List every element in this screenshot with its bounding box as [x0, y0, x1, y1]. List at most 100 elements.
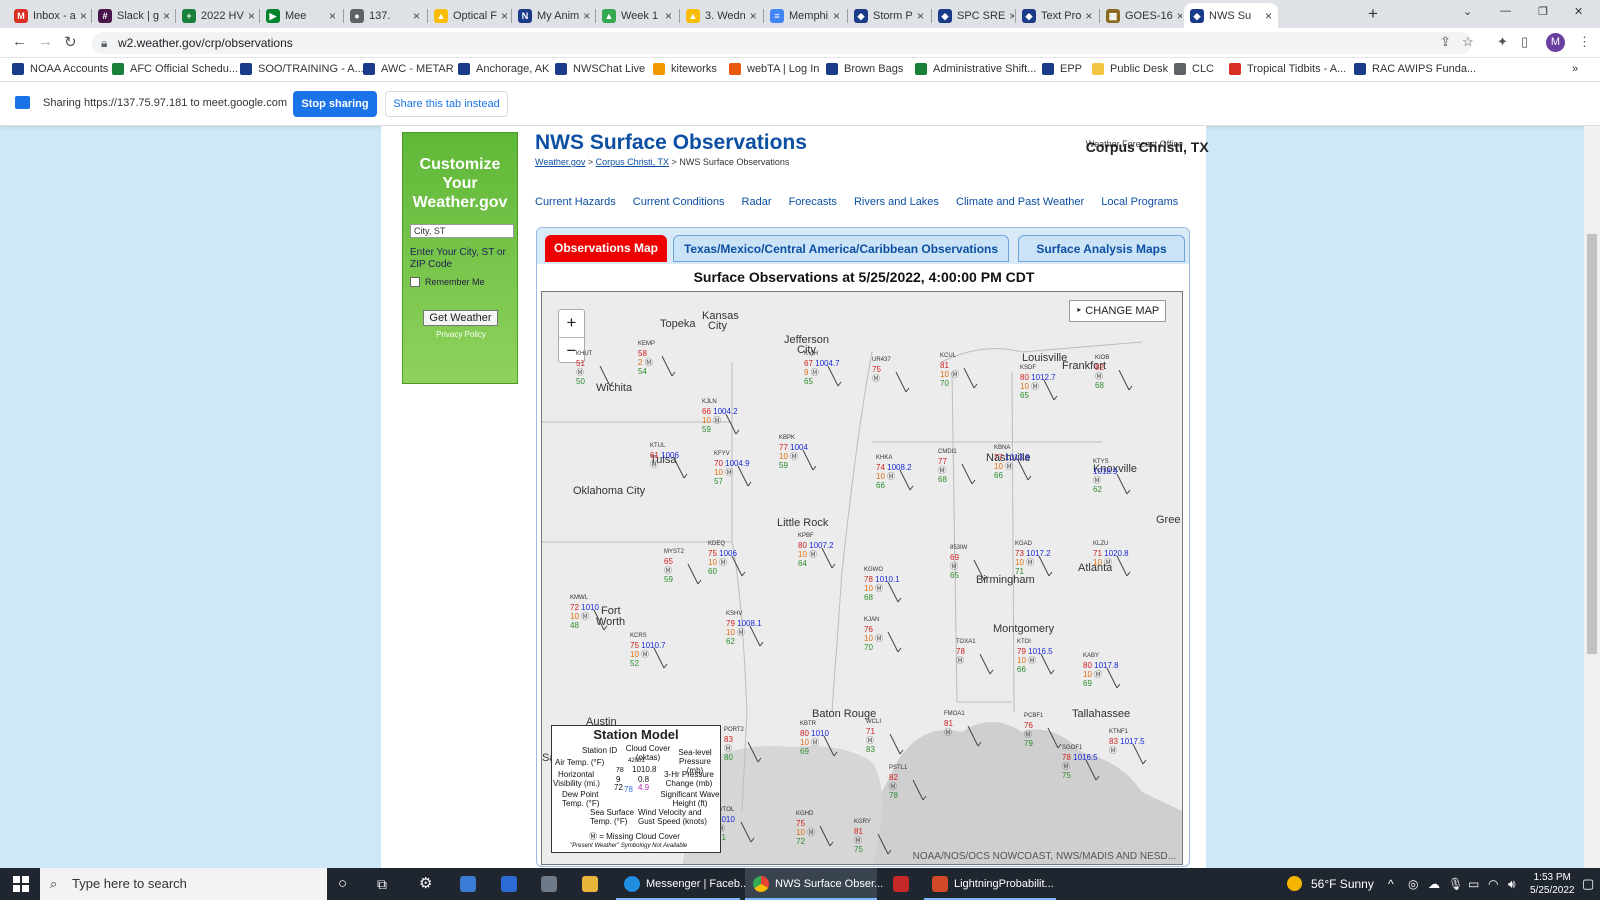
tray-mic-icon[interactable]: 🎙︎ [1448, 868, 1463, 900]
station-plot[interactable]: PSTL1 82 Ⓜ 78 [889, 762, 907, 800]
taskbar-clock[interactable]: 1:53 PM 5/25/2022 [1530, 871, 1575, 897]
windows-start-icon[interactable] [13, 876, 29, 892]
security-shield-icon[interactable] [893, 876, 909, 892]
new-tab-icon[interactable]: + [1368, 4, 1378, 24]
tab-close-icon[interactable]: × [579, 9, 590, 23]
observation-map[interactable]: + − ‣ CHANGE MAP Topeka Kansas City Jeffers… [541, 291, 1183, 865]
tab-close-icon[interactable]: × [829, 9, 840, 23]
taskbar-app-powerpoint[interactable]: LightningProbabilit... [924, 868, 1056, 900]
taskbar-search[interactable]: ⌕ Type here to search [40, 868, 327, 900]
browser-tab[interactable]: ◆ NWS Su × [1184, 3, 1278, 28]
station-plot[interactable]: KHUT 51 Ⓜ 50 [576, 348, 592, 386]
tab-texas-mexico-observations[interactable]: Texas/Mexico/Central America/Caribbean O… [673, 235, 1009, 262]
station-plot[interactable]: TOXA1 78 Ⓜ [956, 636, 976, 665]
nav-forecasts[interactable]: Forecasts [789, 196, 837, 208]
bookmark-item[interactable]: RAC AWIPS Funda... [1354, 63, 1476, 75]
forward-icon[interactable]: → [38, 33, 53, 50]
share-this-tab-button[interactable]: Share this tab instead [385, 91, 508, 117]
bookmark-item[interactable]: NOAA Accounts [12, 63, 108, 75]
station-plot[interactable]: FMOA1 81 Ⓜ [944, 708, 965, 737]
browser-tab[interactable]: ◆ Text Pro × [1016, 3, 1098, 28]
extensions-icon[interactable]: ✦ [1497, 34, 1508, 50]
station-plot[interactable]: PCBF1 76 Ⓜ 79 [1024, 710, 1043, 748]
tab-observations-map[interactable]: Observations Map [545, 235, 667, 262]
settings-gear-icon[interactable]: ⚙ [419, 868, 432, 900]
tab-close-icon[interactable]: × [76, 9, 87, 23]
bookmark-item[interactable]: kiteworks [653, 63, 717, 75]
nav-local-programs[interactable]: Local Programs [1101, 196, 1178, 208]
browser-tab[interactable]: ▶ Mee × [260, 3, 342, 28]
tab-close-icon[interactable]: × [746, 9, 757, 23]
nav-current-hazards[interactable]: Current Hazards [535, 196, 616, 208]
bookmark-item[interactable]: webTA | Log In [729, 63, 819, 75]
change-map-button[interactable]: ‣ CHANGE MAP [1069, 300, 1166, 322]
breadcrumb-weather-gov[interactable]: Weather.gov [535, 157, 585, 167]
zoom-in-button[interactable]: + [559, 310, 584, 337]
tab-surface-analysis-maps[interactable]: Surface Analysis Maps [1018, 235, 1185, 262]
tab-close-icon[interactable]: × [497, 9, 508, 23]
browser-tab[interactable]: ▦ GOES-16 × [1100, 3, 1182, 28]
tray-network-icon[interactable]: ◎ [1408, 868, 1418, 900]
tab-close-icon[interactable]: × [1005, 9, 1014, 23]
browser-tab[interactable]: ≡ Memphi × [764, 3, 846, 28]
bookmark-item[interactable]: AFC Official Schedu... [112, 63, 238, 75]
tab-close-icon[interactable]: × [661, 9, 672, 23]
city-input[interactable]: City, ST [410, 224, 514, 238]
tab-close-icon[interactable]: × [244, 9, 255, 23]
bookmark-item[interactable]: EPP [1042, 63, 1082, 75]
remember-checkbox[interactable] [410, 277, 420, 287]
minimize-icon[interactable]: — [1500, 5, 1511, 17]
calculator-icon[interactable] [541, 876, 557, 892]
mail-icon[interactable] [501, 876, 517, 892]
station-plot[interactable]: PORT2 83 Ⓜ 80 [724, 724, 744, 762]
breadcrumb-corpus-christi[interactable]: Corpus Christi, TX [596, 157, 669, 167]
browser-tab[interactable]: N My Anim × [512, 3, 594, 28]
browser-tab[interactable]: # Slack | g × [92, 3, 174, 28]
station-plot[interactable]: KGHD 75 10 Ⓜ 72 [796, 808, 815, 846]
side-panel-icon[interactable]: ▯ [1521, 34, 1528, 50]
browser-tab[interactable]: ▲ 3. Wedn × [680, 3, 762, 28]
taskbar-app-nws[interactable]: NWS Surface Obser... [745, 868, 883, 900]
tab-close-icon[interactable]: × [325, 9, 336, 23]
file-explorer-icon[interactable] [582, 876, 598, 892]
nav-rivers-lakes[interactable]: Rivers and Lakes [854, 196, 939, 208]
nav-radar[interactable]: Radar [742, 196, 772, 208]
vertical-scrollbar[interactable] [1584, 126, 1600, 868]
store-icon[interactable] [460, 876, 476, 892]
browser-tab[interactable]: ▲ Week 1 × [596, 3, 678, 28]
nav-climate[interactable]: Climate and Past Weather [956, 196, 1084, 208]
browser-tab[interactable]: ◆ SPC SRE × [932, 3, 1014, 28]
scrollbar-thumb[interactable] [1587, 234, 1597, 654]
cortana-icon[interactable]: ○ [338, 868, 347, 900]
window-close-icon[interactable]: ✕ [1574, 5, 1583, 18]
tray-volume-icon[interactable]: 🔊︎ [1508, 868, 1516, 900]
bookmark-item[interactable]: Public Desk [1092, 63, 1168, 75]
station-plot[interactable]: KIOB 82 Ⓜ 68 [1095, 352, 1109, 390]
tab-close-icon[interactable]: × [1261, 9, 1272, 23]
bookmark-item[interactable]: Anchorage, AK [458, 63, 549, 75]
station-plot[interactable]: KTYS 1018.9 Ⓜ 62 [1093, 456, 1117, 494]
tab-search-icon[interactable]: ⌄ [1463, 5, 1472, 18]
browser-tab[interactable]: ● 137. × [344, 3, 426, 28]
tab-close-icon[interactable]: × [913, 9, 924, 23]
maximize-icon[interactable]: ❐ [1538, 5, 1548, 18]
remember-me[interactable]: Remember Me [410, 277, 485, 287]
tab-close-icon[interactable]: × [1173, 9, 1182, 23]
task-view-icon[interactable]: ⧉ [377, 868, 387, 900]
notifications-icon[interactable]: ▢ [1582, 868, 1594, 900]
tab-close-icon[interactable]: × [1081, 9, 1092, 23]
station-plot[interactable]: KEMP 58 2 Ⓜ 54 [638, 338, 655, 376]
station-plot[interactable]: MYST2 65 Ⓜ 59 [664, 546, 684, 584]
privacy-policy-link[interactable]: Privacy Policy [403, 330, 519, 339]
station-plot[interactable]: CMDI1 77 Ⓜ 68 [938, 446, 957, 484]
bookmark-item[interactable]: NWSChat Live [555, 63, 645, 75]
bookmark-item[interactable]: SOO/TRAINING - A... [240, 63, 364, 75]
bookmark-item[interactable]: Tropical Tidbits - A... [1229, 63, 1346, 75]
station-plot[interactable]: KJAN 76 10 Ⓜ 70 [864, 614, 883, 652]
tray-wifi-icon[interactable]: ◠ [1488, 868, 1498, 900]
bookmark-item[interactable]: Administrative Shift... [915, 63, 1036, 75]
more-bookmarks-icon[interactable]: » [1572, 63, 1578, 75]
station-plot[interactable]: KCUL 81 10 Ⓜ 70 [940, 350, 959, 388]
profile-avatar[interactable]: M [1546, 33, 1565, 52]
taskbar-weather[interactable]: 56°F Sunny [1311, 868, 1374, 900]
